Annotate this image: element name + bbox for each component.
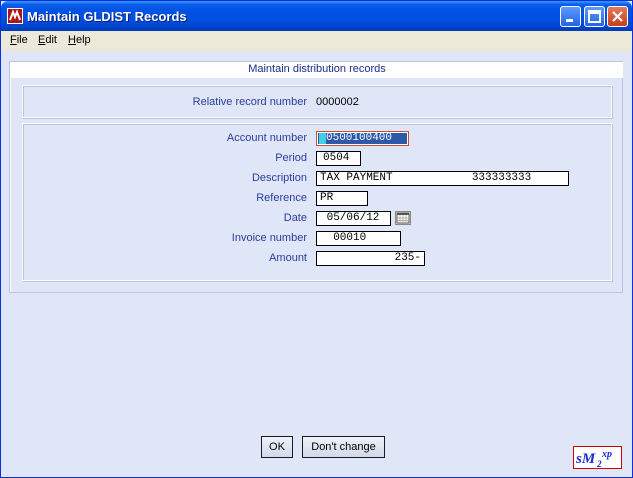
ok-button[interactable]: OK (261, 436, 293, 458)
calendar-icon[interactable] (395, 211, 411, 225)
period-label: Period (275, 152, 307, 164)
menu-help[interactable]: Help (68, 34, 91, 46)
account-number-field[interactable]: 0500100400 (316, 131, 409, 146)
date-field[interactable]: 05/06/12 (316, 211, 391, 226)
app-window: Maintain GLDIST Records File Edit Help M… (0, 0, 633, 478)
close-button[interactable] (607, 6, 628, 27)
amount-field[interactable]: 235- (316, 251, 425, 266)
invoice-number-label: Invoice number (231, 232, 307, 244)
amount-label: Amount (269, 252, 307, 264)
title-bar[interactable]: Maintain GLDIST Records (1, 1, 632, 31)
invoice-number-field[interactable]: 00010 (316, 231, 401, 246)
reference-label: Reference (256, 192, 307, 204)
app-icon (7, 8, 23, 24)
menu-edit[interactable]: Edit (38, 34, 57, 46)
menu-file[interactable]: File (10, 34, 28, 46)
description-label: Description (251, 172, 307, 184)
account-number-label: Account number (226, 132, 307, 144)
maximize-button[interactable] (584, 6, 605, 27)
minimize-button[interactable] (560, 6, 581, 27)
relative-record-label: Relative record number (192, 96, 307, 108)
svg-text:2: 2 (596, 459, 602, 468)
period-field[interactable]: 0504 (316, 151, 361, 166)
dont-change-button[interactable]: Don't change (302, 436, 385, 458)
reference-field[interactable]: PR (316, 191, 368, 206)
relative-record-value: 0000002 (316, 96, 359, 108)
svg-text:xp: xp (601, 449, 612, 460)
panel-heading: Maintain distribution records (11, 62, 623, 78)
menu-bar: File Edit Help (1, 31, 632, 51)
content-area: Maintain distribution records Relative r… (1, 51, 632, 477)
sm2xp-logo: sM 2 xp (573, 446, 622, 469)
description-field[interactable]: TAX PAYMENT 333333333 (316, 171, 569, 186)
window-title: Maintain GLDIST Records (27, 9, 187, 24)
svg-text:sM: sM (575, 451, 596, 467)
date-label: Date (283, 212, 307, 224)
